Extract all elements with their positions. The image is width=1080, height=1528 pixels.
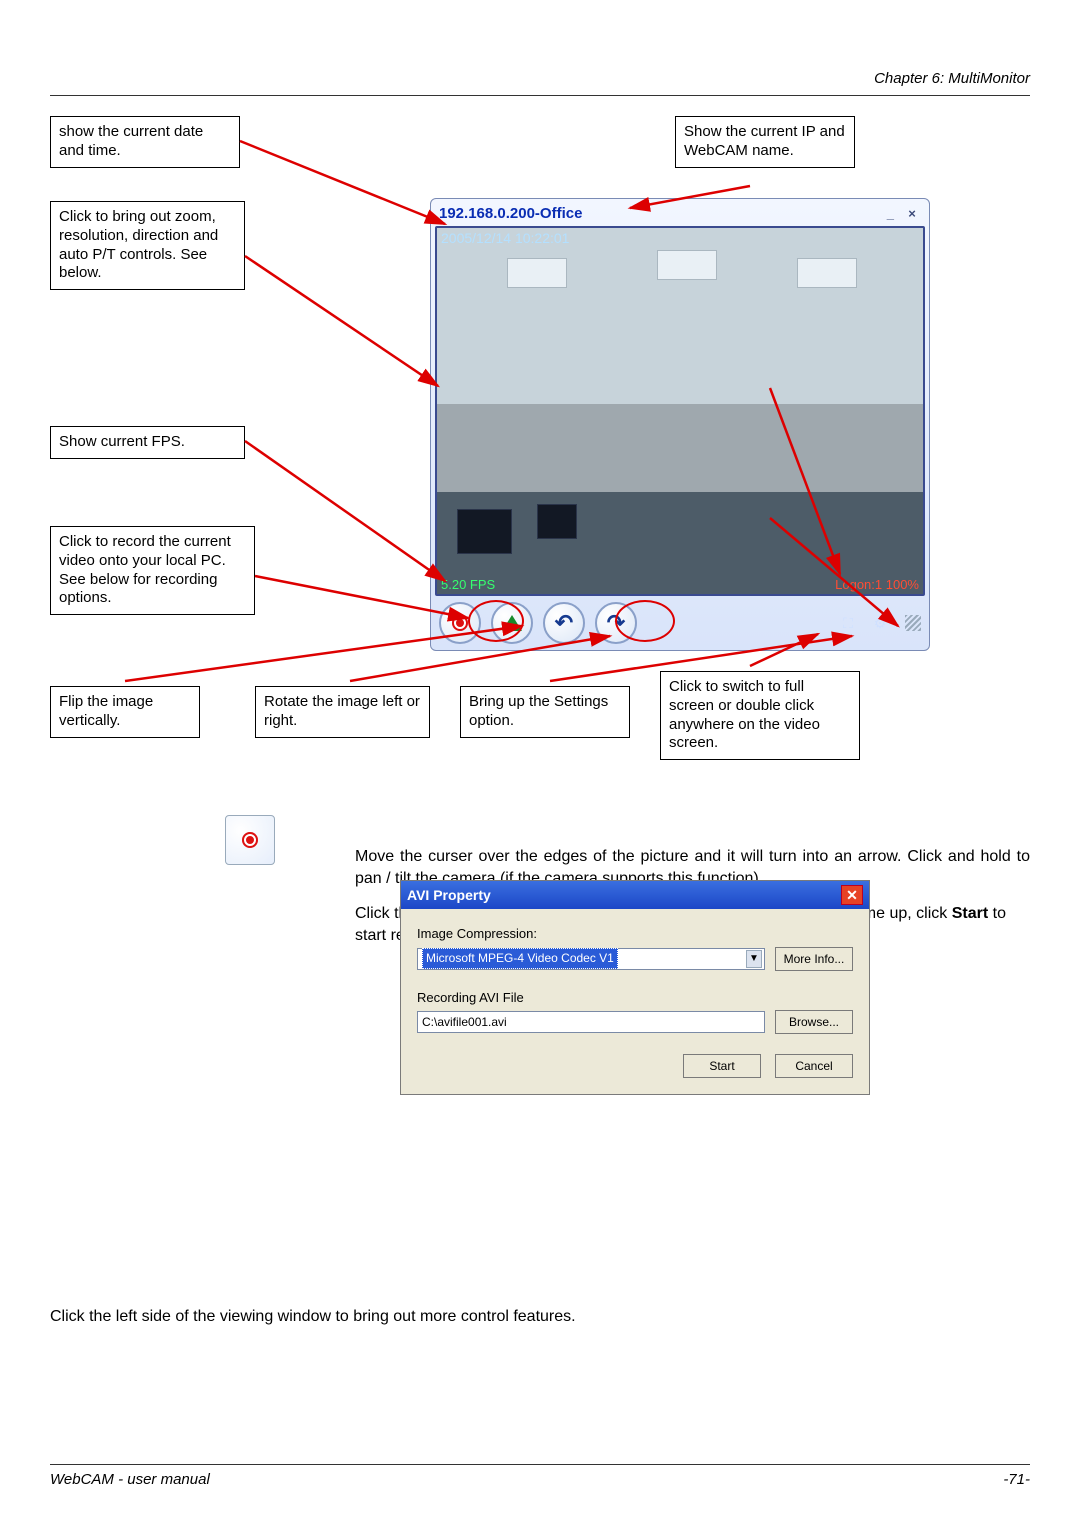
start-bold: Start [952,905,988,922]
start-button[interactable]: Start [683,1054,761,1078]
record-button-example [225,815,275,865]
record-icon [452,615,468,631]
minimize-button[interactable]: _ [881,206,899,221]
rotate-left-button[interactable]: ↶ [543,602,585,644]
fullscreen-button[interactable]: ⛶ [837,613,859,633]
chevron-down-icon: ▼ [746,950,762,968]
video-title: 192.168.0.200-Office [439,205,582,222]
highlight-circle [615,600,675,642]
avi-dialog-title: AVI Property [407,886,491,905]
resize-grip[interactable] [905,615,921,631]
callout-ipname: Show the current IP and WebCAM name. [675,116,855,168]
body-text: Move the curser over the edges of the pi… [50,846,1030,1328]
more-info-button[interactable]: More Info... [775,947,853,971]
video-scene [437,228,923,594]
callout-rotate: Rotate the image left or right. [255,686,430,738]
callout-controls: Click to bring out zoom, resolution, dir… [50,201,245,290]
video-logon: Logon:1 100% [835,577,919,592]
settings-button[interactable]: ⚙ [869,613,891,633]
callout-record: Click to record the current video onto y… [50,526,255,615]
footer-right: -71- [1003,1471,1030,1488]
browse-button[interactable]: Browse... [775,1010,853,1034]
page-footer: WebCAM - user manual -71- [50,1464,1030,1488]
callout-fullscreen: Click to switch to full screen or double… [660,671,860,760]
annotated-diagram: show the current date and time. Click to… [50,116,1010,836]
compression-label: Image Compression: [417,925,853,943]
callout-datetime: show the current date and time. [50,116,240,168]
record-icon [242,832,258,848]
highlight-circle [468,600,524,642]
callout-fps: Show current FPS. [50,426,245,459]
callout-settings: Bring up the Settings option. [460,686,630,738]
cancel-button[interactable]: Cancel [775,1054,853,1078]
callout-flip: Flip the image vertically. [50,686,200,738]
recording-file-input[interactable]: C:\avifile001.avi [417,1011,765,1033]
video-fps: 5.20 FPS [441,577,495,592]
recording-file-label: Recording AVI File [417,989,853,1007]
close-button[interactable]: ✕ [841,885,863,905]
compression-select[interactable]: Microsoft MPEG-4 Video Codec V1 ▼ [417,948,765,970]
rotate-left-icon: ↶ [555,610,573,636]
control-features-note: Click the left side of the viewing windo… [50,1306,1030,1328]
compression-value: Microsoft MPEG-4 Video Codec V1 [422,948,618,968]
video-feed[interactable]: 2005/12/14 10:22:01 5.20 FPS Logon:1 100… [435,226,925,596]
close-window-button[interactable]: × [903,206,921,221]
video-timestamp: 2005/12/14 10:22:01 [441,230,569,246]
video-window: 192.168.0.200-Office _ × 2005/12/1 [430,198,930,651]
footer-left: WebCAM - user manual [50,1471,210,1488]
avi-property-dialog: AVI Property ✕ Image Compression: Micros… [400,880,870,1095]
chapter-header: Chapter 6: MultiMonitor [50,70,1030,96]
